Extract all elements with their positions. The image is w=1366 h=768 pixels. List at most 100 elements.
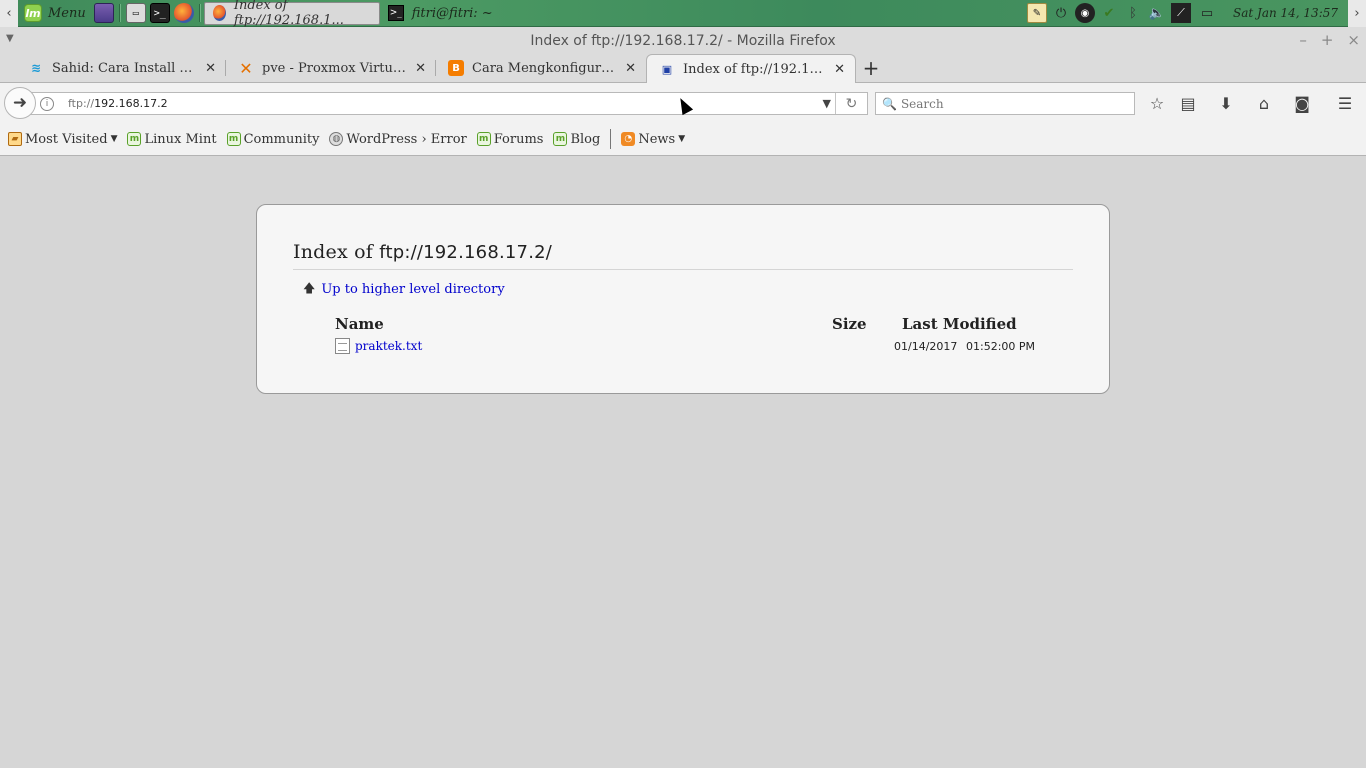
file-time: 01:52:00 PM [966,340,1036,353]
system-tray: ✎ ⏻ ◉ ✔ ᛒ 🔈 ⟋ ▭ Sat Jan 14, 13:57 › [1027,0,1366,27]
up-directory-link[interactable]: Up to higher level directory [321,282,504,297]
downloads-icon[interactable]: ⬇ [1213,92,1239,114]
panel-scroll-right-icon[interactable]: › [1348,0,1366,27]
zeta-icon: ≋ [30,61,42,75]
folder-icon: ▰ [8,132,22,146]
taskbar-item-label: fitri@fitri: ~ [411,5,493,21]
page-content: Index of ftp://192.168.17.2/ 🡅 Up to hig… [0,157,1366,768]
mint-menu-button[interactable]: lm Menu [18,0,92,27]
tab-label: Sahid: Cara Install Dan ... [52,60,198,76]
notes-icon[interactable]: ✎ [1027,3,1047,23]
shield-icon[interactable]: ✔ [1099,3,1119,23]
power-icon[interactable]: ⏻ [1051,3,1071,23]
bluetooth-icon[interactable]: ᛒ [1123,3,1143,23]
url-bar[interactable]: i ftp://192.168.17.2 ▼ ↻ [30,92,868,115]
search-bar[interactable]: 🔍 [875,92,1135,115]
column-header-name[interactable]: Name [335,315,384,333]
ftp-icon: ▣ [661,62,673,76]
url-history-dropdown-icon[interactable]: ▼ [823,97,831,110]
file-manager-launcher-icon[interactable]: ▭ [125,3,146,23]
bookmark-label: Linux Mint [144,131,217,147]
close-tab-icon[interactable]: ✕ [834,62,845,77]
mint-icon: m [553,132,568,146]
bookmark-wordpress-error[interactable]: ◍ WordPress › Error [325,127,470,151]
mint-icon: m [127,132,142,146]
bookmarks-separator [610,129,612,149]
reload-icon[interactable]: ↻ [835,93,867,114]
maximize-icon[interactable]: + [1321,31,1334,49]
rss-icon: ◔ [621,132,636,146]
home-icon[interactable]: ⌂ [1251,92,1277,114]
tab-ftp-index[interactable]: ▣ Index of ftp://192.168.17.2/ ✕ [646,54,856,83]
close-tab-icon[interactable]: ✕ [415,61,426,76]
reading-list-icon[interactable]: ▤ [1175,92,1201,114]
file-link[interactable]: praktek.txt [355,339,422,353]
battery-icon[interactable]: ▭ [1195,3,1219,23]
desktop-panel: ‹ lm Menu ▭ >_ Index of ftp://192.168.1.… [0,0,1366,28]
taskbar-item-label: Index of ftp://192.168.1... [233,0,344,28]
panel-separator [118,4,121,22]
pocket-icon[interactable]: ◙ [1289,92,1315,114]
media-icon[interactable]: ◉ [1075,3,1095,23]
tab-sahid[interactable]: ≋ Sahid: Cara Install Dan ... ✕ [16,54,226,82]
proxmox-icon: ✕ [239,58,253,78]
column-header-size[interactable]: Size [832,315,867,333]
bookmark-most-visited[interactable]: ▰ Most Visited ▼ [4,127,121,151]
new-tab-button[interactable]: + [856,54,886,82]
bookmark-blog[interactable]: m Blog [549,127,604,151]
window-menu-icon[interactable]: ▼ [6,33,14,44]
bookmark-community[interactable]: m Community [223,127,324,151]
column-header-last-modified[interactable]: Last Modified [902,315,1017,333]
close-tab-icon[interactable]: ✕ [625,61,636,76]
taskbar-item-firefox[interactable]: Index of ftp://192.168.1... [203,0,380,28]
hamburger-menu-icon[interactable]: ☰ [1332,92,1358,114]
firefox-icon [212,5,226,21]
volume-icon[interactable]: 🔈 [1147,3,1167,23]
bookmark-forums[interactable]: m Forums [473,127,548,151]
show-desktop-launcher-icon[interactable] [93,3,114,23]
bookmark-label: Community [243,131,320,147]
terminal-icon: >_ [387,5,404,21]
title-prefix: Index of [293,241,373,263]
close-tab-icon[interactable]: ✕ [205,61,216,76]
terminal-launcher-icon[interactable]: >_ [149,3,170,23]
search-input[interactable] [900,96,1121,111]
site-info-icon[interactable]: i [40,96,54,111]
minimize-icon[interactable]: – [1299,31,1307,49]
page-title: Index of ftp://192.168.17.2/ [293,241,1073,270]
blogger-icon: B [448,60,464,76]
chevron-down-icon: ▼ [110,134,118,144]
tab-label: Index of ftp://192.168.17.2/ [683,61,827,77]
tab-proxmox[interactable]: ✕ pve - Proxmox Virtual E... ✕ [226,54,436,82]
bookmark-news[interactable]: ◔ News ▼ [617,127,689,151]
directory-listing-card: Index of ftp://192.168.17.2/ 🡅 Up to hig… [256,204,1110,394]
linux-mint-logo-icon: lm [24,4,42,22]
bookmark-label: Most Visited [25,131,108,147]
title-path: ftp://192.168.17.2/ [379,242,553,263]
close-window-icon[interactable]: × [1347,31,1360,49]
network-icon[interactable]: ⟋ [1171,3,1191,23]
panel-scroll-left-icon[interactable]: ‹ [0,0,18,27]
bookmark-linux-mint[interactable]: m Linux Mint [123,127,220,151]
chevron-down-icon: ▼ [678,134,686,144]
taskbar-item-terminal[interactable]: >_ fitri@fitri: ~ [380,2,501,25]
back-button[interactable]: ➜ [4,87,36,119]
bookmarks-toolbar: ▰ Most Visited ▼ m Linux Mint m Communit… [0,123,1366,156]
firefox-launcher-icon[interactable] [173,3,194,23]
bookmark-label: News [638,131,676,147]
file-date: 01/14/2017 [894,340,958,353]
bookmark-label: WordPress › Error [346,131,467,147]
bookmark-star-icon[interactable]: ☆ [1144,92,1170,114]
window-title: Index of ftp://192.168.17.2/ - Mozilla F… [530,33,836,49]
panel-separator [198,4,201,22]
panel-clock[interactable]: Sat Jan 14, 13:57 [1233,6,1338,20]
url-text[interactable]: ftp://192.168.17.2 [68,97,168,110]
search-icon: 🔍 [882,96,897,111]
mint-menu-label: Menu [48,5,86,21]
bookmark-label: Blog [570,131,601,147]
tab-label: Cara Mengkonfigurasi FT... [472,60,618,76]
tab-blogger[interactable]: B Cara Mengkonfigurasi FT... ✕ [436,54,646,82]
mint-icon: m [476,132,491,146]
tab-strip: ≋ Sahid: Cara Install Dan ... ✕ ✕ pve - … [0,54,1366,83]
url-scheme: ftp:// [68,97,95,110]
